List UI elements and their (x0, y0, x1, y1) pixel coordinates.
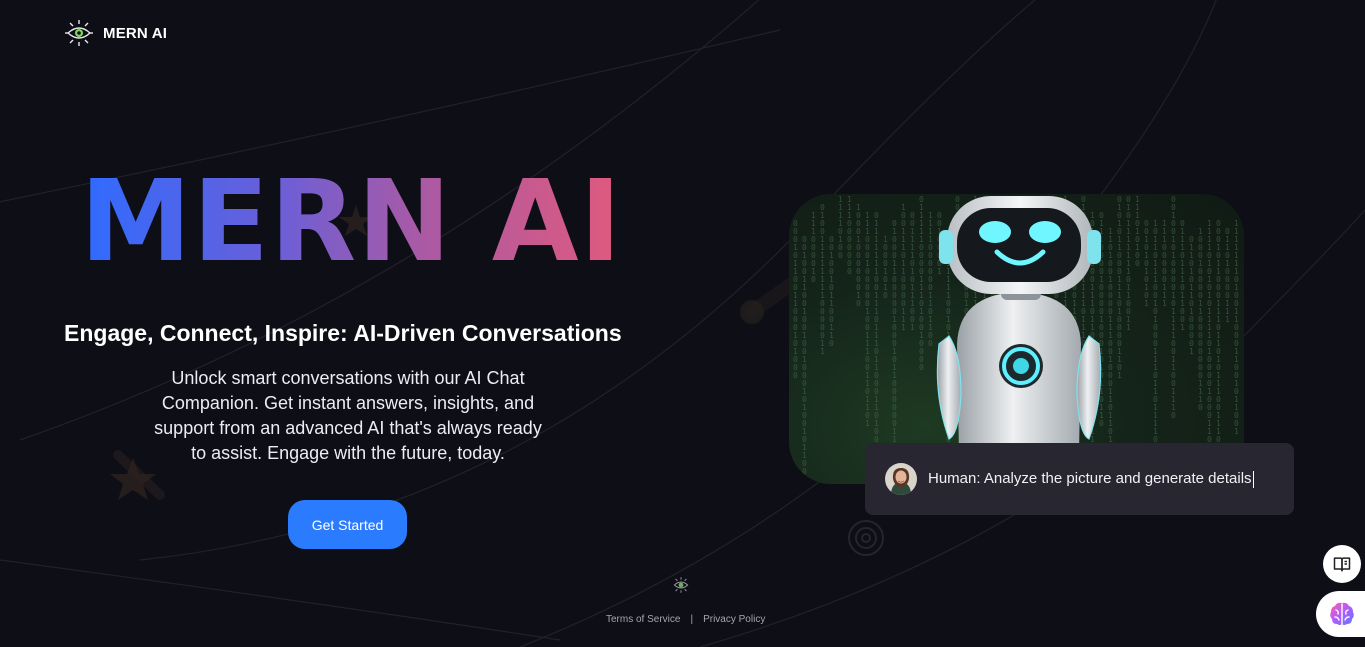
code-rain-digit: 1 (910, 323, 915, 332)
footer-separator: | (690, 614, 694, 625)
prompt-text: Human: Analyze the picture and generate … (928, 470, 1254, 488)
text-cursor (1252, 470, 1254, 488)
code-rain-digit: 0 (1135, 259, 1140, 268)
terms-link[interactable]: Terms of Service (606, 614, 680, 625)
hero-description: Unlock smart conversations with our AI C… (154, 368, 542, 463)
code-rain-digit: 0 (1198, 403, 1203, 412)
code-rain-digit: 1 (1225, 315, 1230, 324)
code-rain-digit: 0 (829, 339, 834, 348)
code-rain-digit: 1 (820, 347, 825, 356)
avatar (885, 463, 917, 495)
code-rain-digit: 0 (811, 275, 816, 284)
code-rain-digit: 1 (865, 419, 870, 428)
get-started-button[interactable]: Get Started (288, 500, 407, 549)
header: MERN AI (63, 16, 167, 50)
eye-circuit-icon[interactable] (63, 17, 95, 49)
footer-links: Terms of Service | Privacy Policy (606, 614, 765, 625)
hero-tagline: Engage, Connect, Inspire: AI-Driven Conv… (64, 320, 622, 346)
code-rain-digit: 0 (793, 371, 798, 380)
ai-assistant-button[interactable] (1316, 591, 1365, 637)
brain-icon (1330, 602, 1354, 625)
code-rain-digit: 0 (883, 291, 888, 300)
code-rain-digit: 0 (802, 483, 807, 484)
code-rain-digit: 0 (838, 251, 843, 260)
docs-button[interactable] (1323, 545, 1361, 583)
hero-title: MERN AI (80, 162, 640, 282)
code-rain-digit: 1 (1189, 347, 1194, 356)
code-rain-digit: 1 (1180, 323, 1185, 332)
code-rain-digit: 0 (856, 299, 861, 308)
code-rain-digit: 1 (901, 323, 906, 332)
brand-name[interactable]: MERN AI (103, 25, 167, 42)
code-rain-digit: 1 (1234, 427, 1239, 436)
book-icon (1333, 557, 1351, 572)
privacy-link[interactable]: Privacy Policy (703, 614, 765, 625)
code-rain-digit: 0 (847, 267, 852, 276)
code-rain-digit: 1 (1144, 299, 1149, 308)
code-rain-digit: 1 (1162, 299, 1167, 308)
prompt-bubble: Human: Analyze the picture and generate … (865, 443, 1294, 515)
robot-showcase-card: 0001011001100010100000100110010010010001… (789, 194, 1244, 484)
robot-illustration (936, 196, 1102, 454)
eye-circuit-icon (672, 576, 690, 594)
code-rain-digit: 0 (1171, 411, 1176, 420)
code-rain-digit: 1 (1126, 323, 1131, 332)
